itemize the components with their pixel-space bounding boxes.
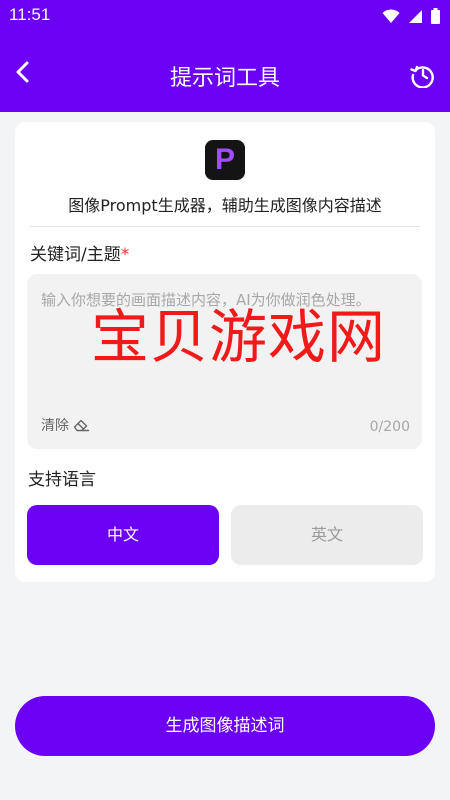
clear-label: 清除 [41,418,69,434]
logo-letter: P [214,143,235,176]
clear-button[interactable]: 清除 [41,415,90,435]
app-logo: P [205,140,245,180]
keyword-input-placeholder: 输入你想要的画面描述内容，AI为你做润色处理。 [41,291,371,309]
signal-icon [409,9,422,23]
wifi-icon [382,8,400,23]
generate-button[interactable]: 生成图像描述词 [15,696,435,756]
language-label: 支持语言 [28,470,96,490]
status-bar: 11:51 [0,0,450,32]
prompt-card: P 图像Prompt生成器，辅助生成图像内容描述 关键词/主题* 输入你想要的画… [15,122,435,582]
eraser-icon [73,419,90,432]
status-time: 11:51 [9,5,51,24]
divider [30,226,420,227]
required-mark: * [120,245,130,265]
char-counter: 0/200 [369,419,410,435]
page-title: 提示词工具 [169,66,280,91]
keyword-label-text: 关键词/主题 [30,245,121,265]
history-icon[interactable] [410,62,436,88]
keyword-label: 关键词/主题* [30,240,129,265]
battery-icon [431,8,440,24]
card-subtitle: 图像Prompt生成器，辅助生成图像内容描述 [68,196,382,215]
app-bar: 提示词工具 [0,32,450,112]
language-chinese-button[interactable]: 中文 [27,505,219,565]
status-icons [382,8,440,24]
keyword-input[interactable]: 输入你想要的画面描述内容，AI为你做润色处理。 清除 0/200 [27,274,422,449]
language-english-button[interactable]: 英文 [231,505,423,565]
